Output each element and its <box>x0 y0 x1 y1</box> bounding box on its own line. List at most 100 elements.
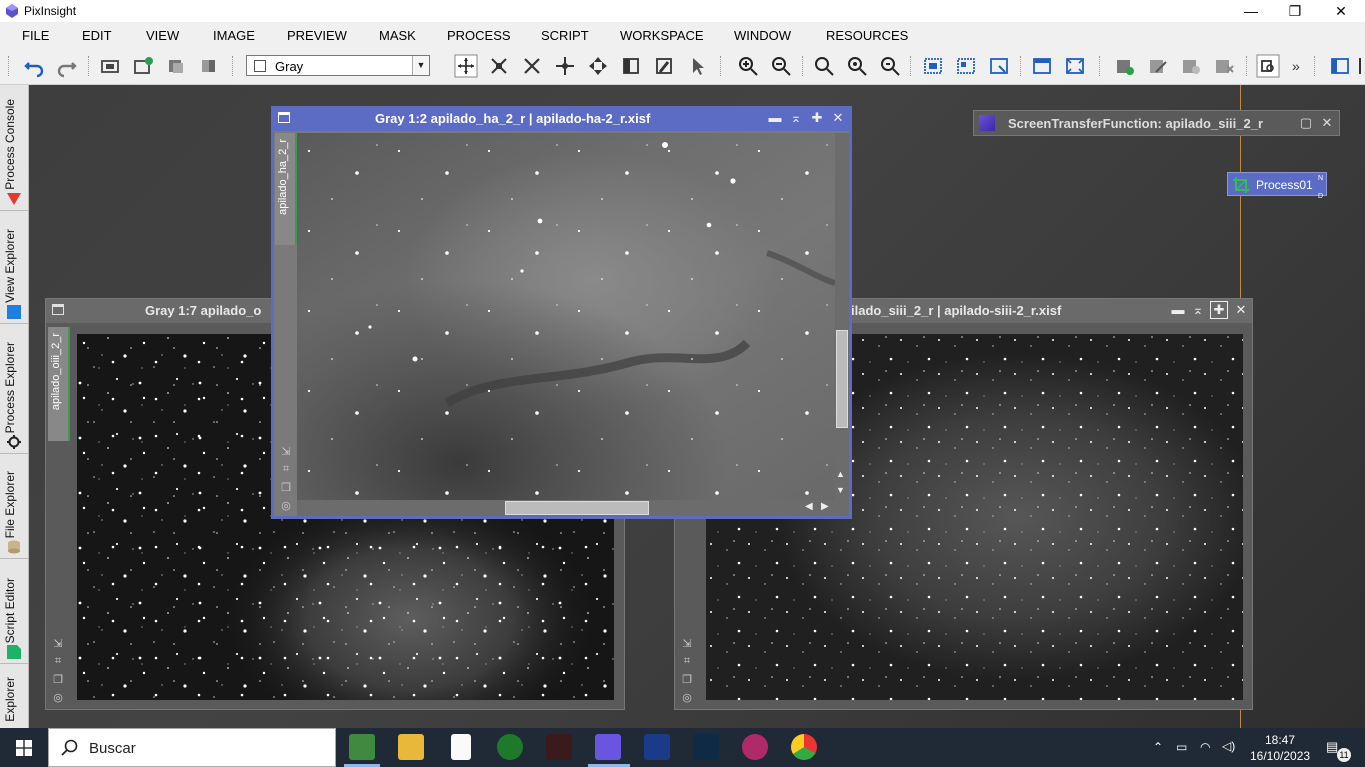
image-app-icon[interactable] <box>742 734 768 760</box>
vertical-scrollbar-thumb[interactable] <box>836 330 848 428</box>
close-window-icon[interactable]: ✕ <box>1318 114 1336 132</box>
shrink-window-icon[interactable] <box>987 54 1011 78</box>
wifi-icon[interactable]: ◠ <box>1200 740 1210 754</box>
menu-window[interactable]: WINDOW <box>734 28 791 43</box>
toolbar-overflow-button[interactable]: » <box>1292 58 1316 82</box>
shade-window-icon[interactable]: ⌅ <box>1189 301 1207 319</box>
chevron-up-icon[interactable]: ⌃ <box>1153 740 1163 754</box>
minimize-window-icon[interactable]: ▬ <box>1169 301 1187 319</box>
copy-small-icon[interactable]: ❐ <box>50 673 66 691</box>
zoom-2-1-icon[interactable] <box>845 54 869 78</box>
menu-mask[interactable]: MASK <box>379 28 416 43</box>
lightroom-app-icon[interactable] <box>693 734 719 760</box>
battery-icon[interactable]: ▭ <box>1176 740 1187 754</box>
taskbar-search[interactable]: Buscar <box>48 728 336 767</box>
file-explorer-app-icon[interactable] <box>398 734 424 760</box>
channel-selector[interactable]: Gray ▼ <box>246 55 430 76</box>
extract-channel-icon[interactable] <box>197 54 221 78</box>
shade-window-icon[interactable]: ⌅ <box>787 109 805 127</box>
horizontal-scrollbar-thumb[interactable] <box>505 501 649 515</box>
tab-view-explorer[interactable]: View Explorer <box>0 210 28 324</box>
side-panel-icon[interactable] <box>1328 54 1352 78</box>
tile-windows-icon[interactable] <box>1030 54 1054 78</box>
zoom-in-icon[interactable] <box>736 54 760 78</box>
duplicate-image-icon[interactable] <box>164 54 188 78</box>
zoom-out-icon[interactable] <box>769 54 793 78</box>
menu-resources[interactable]: RESOURCES <box>826 28 908 43</box>
fit-small-icon[interactable]: ⌗ <box>50 655 66 673</box>
start-button[interactable] <box>0 728 48 767</box>
stellarium-app-icon[interactable] <box>644 734 670 760</box>
view-tab-oiii[interactable]: apilado_oiii_2_r <box>48 327 70 441</box>
menu-process[interactable]: PROCESS <box>447 28 511 43</box>
zoom-fit-icon[interactable] <box>520 54 544 78</box>
menu-script[interactable]: SCRIPT <box>541 28 589 43</box>
undo-icon[interactable] <box>22 54 46 78</box>
zoom-fit-small-icon[interactable]: ⇲ <box>278 445 294 463</box>
chevron-down-icon[interactable]: ▼ <box>412 56 429 75</box>
minimize-window-icon[interactable]: ▬ <box>766 109 784 127</box>
pointer-icon[interactable] <box>685 54 709 78</box>
zoom-fit-small-icon[interactable]: ⇲ <box>679 637 695 655</box>
vertical-scrollbar[interactable]: ▲ ▼ <box>835 133 849 500</box>
readout-mode-icon[interactable] <box>586 54 610 78</box>
edit-preview-icon[interactable] <box>652 54 676 78</box>
copy-small-icon[interactable]: ❐ <box>679 673 695 691</box>
document-app-icon[interactable] <box>451 734 471 760</box>
fit-small-icon[interactable]: ⌗ <box>679 655 695 673</box>
zoom-4-1-icon[interactable] <box>878 54 902 78</box>
image-window-ha[interactable]: Gray 1:2 apilado_ha_2_r | apilado-ha-2_r… <box>271 106 852 519</box>
menu-view[interactable]: VIEW <box>146 28 179 43</box>
move-icon[interactable] <box>553 54 577 78</box>
close-window-icon[interactable]: ✕ <box>829 109 847 127</box>
view-tab-ha[interactable]: apilado_ha_2_r <box>275 133 297 245</box>
track-view-icon[interactable] <box>1256 54 1280 78</box>
tab-script-editor[interactable]: Script Editor <box>0 558 28 664</box>
fit-window-icon[interactable] <box>921 54 945 78</box>
redo-icon[interactable] <box>55 54 79 78</box>
close-button[interactable]: ✕ <box>1318 0 1364 22</box>
astro-image-ha[interactable] <box>297 133 835 500</box>
scroll-right-icon[interactable]: ▶ <box>821 501 829 512</box>
preview-mode-icon[interactable] <box>619 54 643 78</box>
horizontal-scrollbar[interactable]: ◀ ▶ <box>297 500 849 516</box>
fit-small-icon[interactable]: ⌗ <box>278 463 294 481</box>
screen-transfer-function-window[interactable]: ScreenTransferFunction: apilado_siii_2_r… <box>973 110 1340 136</box>
pixinsight-app-icon[interactable] <box>595 734 621 760</box>
restore-window-icon[interactable] <box>954 54 978 78</box>
notepad-app-icon[interactable] <box>349 734 375 760</box>
show-mask-icon[interactable] <box>1146 54 1170 78</box>
pan-mode-icon[interactable] <box>454 54 478 78</box>
invert-mask-icon[interactable] <box>1179 54 1203 78</box>
image-properties-icon[interactable] <box>98 54 122 78</box>
sharpcap-app-icon[interactable] <box>546 734 572 760</box>
target-small-icon[interactable]: ◎ <box>679 691 695 709</box>
restore-window-icon[interactable]: ▢ <box>1297 114 1315 132</box>
menu-preview[interactable]: PREVIEW <box>287 28 347 43</box>
tab-explorer[interactable]: Explorer <box>0 663 28 728</box>
menu-workspace[interactable]: WORKSPACE <box>620 28 704 43</box>
minimize-button[interactable]: — <box>1228 0 1274 22</box>
tab-file-explorer[interactable]: File Explorer <box>0 453 28 559</box>
scroll-down-icon[interactable]: ▼ <box>836 485 845 495</box>
system-clock[interactable]: 18:47 16/10/2023 <box>1250 732 1310 764</box>
copy-small-icon[interactable]: ❐ <box>278 481 294 499</box>
maximize-window-icon[interactable]: ✚ <box>1210 301 1228 319</box>
scroll-left-icon[interactable]: ◀ <box>805 501 813 512</box>
process-icon-process01[interactable]: Process01 ND <box>1227 172 1327 200</box>
scroll-up-icon[interactable]: ▲ <box>836 469 845 479</box>
target-small-icon[interactable]: ◎ <box>50 691 66 709</box>
menu-edit[interactable]: EDIT <box>82 28 112 43</box>
image-window-ha-header[interactable]: Gray 1:2 apilado_ha_2_r | apilado-ha-2_r… <box>272 107 851 131</box>
chrome-app-icon[interactable] <box>791 734 817 760</box>
new-image-icon[interactable] <box>131 54 155 78</box>
remove-mask-icon[interactable] <box>1212 54 1236 78</box>
tab-process-console[interactable]: Process Console <box>0 85 28 211</box>
new-mask-icon[interactable] <box>1113 54 1137 78</box>
maximize-window-icon[interactable]: ✚ <box>808 109 826 127</box>
volume-icon[interactable]: ◁) <box>1222 739 1235 753</box>
zoom-1-1-icon[interactable] <box>812 54 836 78</box>
toolbar-extra-icon[interactable] <box>1356 54 1365 78</box>
zoom-fit-small-icon[interactable]: ⇲ <box>50 637 66 655</box>
tab-process-explorer[interactable]: Process Explorer <box>0 323 28 454</box>
